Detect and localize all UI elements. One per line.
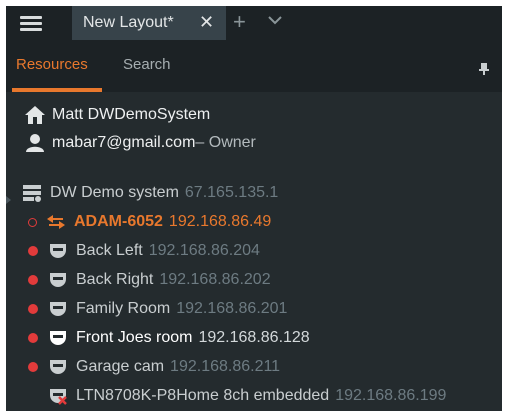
device-name: Front Joes room (76, 329, 193, 346)
layout-tab-title: New Layout* (83, 14, 174, 31)
device-row[interactable]: Back Right 192.168.86.202 (28, 269, 271, 291)
user-icon (26, 134, 44, 152)
camera-icon (50, 360, 66, 374)
device-ip: 192.168.86.211 (170, 358, 281, 375)
device-row[interactable]: Family Room 192.168.86.201 (28, 298, 287, 320)
device-name: ADAM-6052 (74, 213, 163, 230)
resource-panel-window: New Layout* ✕ + Resources Search Matt DW… (6, 6, 502, 411)
recording-dot-icon (28, 275, 38, 285)
device-name: Garage cam (76, 358, 165, 375)
layout-tab-bar: New Layout* ✕ + (6, 6, 502, 40)
panel-tabs: Resources Search (6, 40, 502, 92)
device-name: Back Left (76, 242, 143, 259)
hamburger-line (20, 22, 42, 25)
system-header[interactable]: Matt DWDemoSystem (24, 104, 210, 126)
hamburger-line (20, 28, 42, 31)
camera-error-icon (50, 389, 67, 405)
hamburger-line (20, 16, 42, 19)
device-row[interactable]: LTN8708K-P8Home 8ch embedded 192.168.86.… (28, 385, 446, 407)
current-user[interactable]: mabar7@gmail.com – Owner (24, 132, 256, 154)
device-ip: 192.168.86.199 (335, 387, 447, 404)
device-row[interactable]: Front Joes room 192.168.86.128 (28, 327, 310, 349)
server-name: DW Demo system (50, 184, 179, 201)
active-tab-indicator (12, 88, 102, 92)
camera-icon (50, 302, 66, 316)
server-node[interactable]: DW Demo system 67.165.135.1 (22, 182, 278, 204)
server-ip: 67.165.135.1 (184, 184, 279, 201)
device-name: LTN8708K-P8Home 8ch embedded (76, 387, 330, 404)
device-ip: 192.168.86.128 (198, 329, 310, 346)
tab-search[interactable]: Search (123, 56, 171, 73)
io-module-icon (47, 215, 65, 229)
layout-tab[interactable]: New Layout* ✕ (72, 6, 226, 40)
system-name: Matt DWDemoSystem (52, 106, 211, 123)
device-ip: 192.168.86.204 (148, 242, 260, 259)
pin-icon[interactable] (478, 62, 490, 76)
device-ip: 192.168.86.201 (176, 300, 288, 317)
device-ip: 192.168.86.202 (159, 271, 271, 288)
device-name: Back Right (76, 271, 154, 288)
recording-dot-icon (28, 304, 38, 314)
camera-icon (50, 244, 66, 258)
device-row[interactable]: Back Left 192.168.86.204 (28, 240, 260, 262)
close-tab-icon[interactable]: ✕ (199, 12, 214, 32)
main-menu-button[interactable] (6, 6, 56, 40)
device-row[interactable]: Garage cam 192.168.86.211 (28, 356, 280, 378)
device-ip: 192.168.86.49 (168, 213, 272, 230)
user-role: – Owner (195, 134, 256, 151)
server-icon (23, 185, 41, 202)
recording-dot-icon (28, 333, 38, 343)
recording-dot-icon (28, 362, 38, 372)
tab-resources[interactable]: Resources (16, 56, 88, 73)
home-icon (25, 106, 45, 124)
tree-expander-icon[interactable] (6, 196, 11, 204)
add-tab-button[interactable]: + (233, 10, 246, 34)
device-row[interactable]: ADAM-6052 192.168.86.49 (28, 211, 271, 233)
device-name: Family Room (76, 300, 171, 317)
camera-icon (50, 331, 66, 345)
status-dot-icon (28, 217, 37, 227)
recording-dot-icon (28, 246, 38, 256)
chevron-down-icon[interactable] (267, 15, 283, 25)
camera-icon (50, 273, 66, 287)
user-email: mabar7@gmail.com (52, 134, 196, 151)
